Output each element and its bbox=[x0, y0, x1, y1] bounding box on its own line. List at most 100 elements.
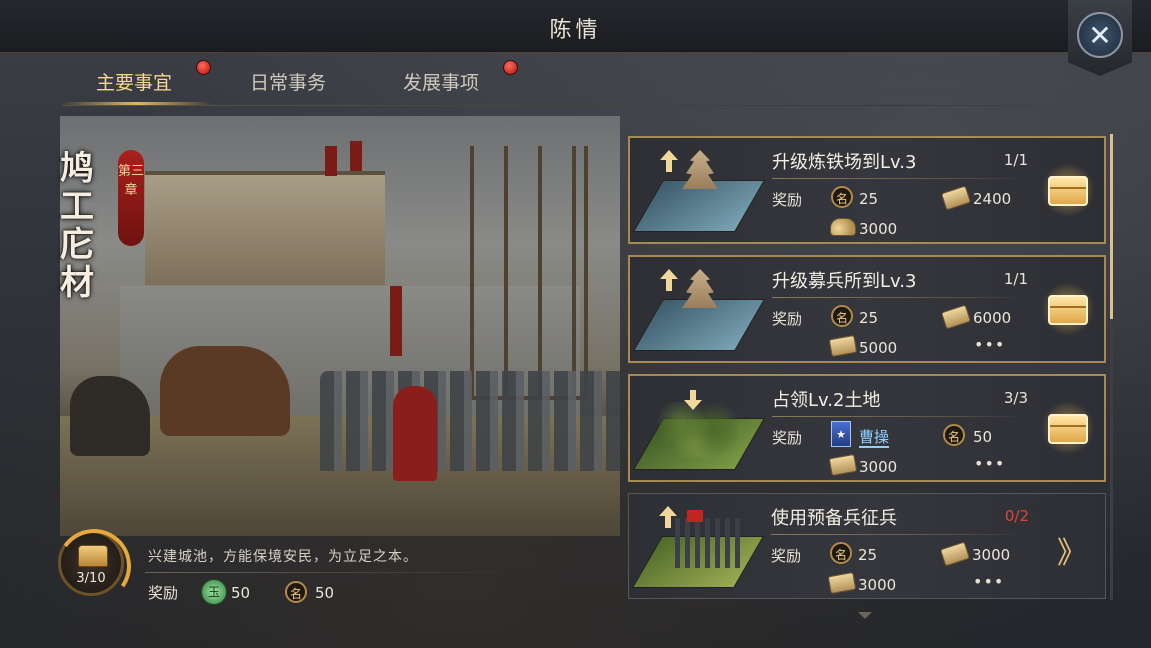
more-rewards-icon[interactable]: ••• bbox=[973, 572, 1004, 591]
task-progress: 3/3 bbox=[1003, 389, 1028, 407]
treasure-chest-icon bbox=[1048, 176, 1088, 206]
upgrade-arrow-icon bbox=[660, 150, 678, 172]
claim-reward-button[interactable] bbox=[1038, 400, 1098, 456]
treasure-chest-icon bbox=[1048, 414, 1088, 444]
barracks-building-thumbnail bbox=[632, 263, 766, 355]
task-card: 升级炼铁场到Lv.3 1/1 奖励 名 25 2400 3000 bbox=[628, 136, 1106, 244]
task-reward-label: 奖励 bbox=[772, 191, 803, 209]
task-reward-label: 奖励 bbox=[772, 429, 803, 447]
banner-flag bbox=[390, 286, 402, 356]
task-card: 占领Lv.2土地 3/3 奖励 ★ 曹操 名 50 3000 ••• bbox=[628, 374, 1106, 482]
task-progress: 1/1 bbox=[1003, 151, 1028, 169]
iron-icon bbox=[827, 571, 857, 595]
more-rewards-icon[interactable]: ••• bbox=[974, 454, 1005, 473]
soldier-ranks bbox=[320, 371, 620, 471]
task-progress: 1/1 bbox=[1003, 270, 1028, 288]
task-title: 升级募兵所到Lv.3 bbox=[772, 271, 917, 292]
red-cloaked-commander bbox=[393, 386, 437, 481]
reward-value: 3000 bbox=[858, 576, 897, 594]
land-tile-thumbnail bbox=[632, 382, 766, 474]
reward-value: 5000 bbox=[859, 339, 898, 357]
grain-icon bbox=[830, 218, 856, 236]
flag-icon bbox=[687, 510, 703, 522]
wood-icon bbox=[939, 541, 971, 567]
tab-main[interactable]: 主要事宜 bbox=[96, 68, 172, 95]
task-progress: 0/2 bbox=[1004, 507, 1029, 525]
scrollbar-thumb[interactable] bbox=[1110, 134, 1113, 319]
chapter-reward-label: 奖励 bbox=[148, 584, 179, 602]
treasure-chest-icon bbox=[78, 545, 108, 567]
tab-bar: 主要事宜 日常事务 发展事项 bbox=[62, 60, 1112, 108]
iron-icon bbox=[828, 453, 858, 477]
wooden-building bbox=[145, 171, 385, 285]
troops-icon bbox=[675, 518, 745, 568]
chapter-illustration bbox=[60, 116, 620, 536]
cavalry-horse bbox=[70, 376, 150, 456]
tab-main-alert-dot bbox=[196, 60, 211, 75]
reward-value: 25 bbox=[859, 190, 879, 208]
jade-icon: 玉 bbox=[201, 579, 227, 605]
divider bbox=[772, 416, 1027, 417]
ming-icon: 名 bbox=[830, 542, 852, 564]
banner-flag bbox=[325, 146, 337, 176]
more-rewards-icon[interactable]: ••• bbox=[974, 335, 1005, 354]
chapter-reward-value: 50 bbox=[231, 584, 251, 602]
divider bbox=[771, 534, 1026, 535]
task-title: 使用预备兵征兵 bbox=[771, 508, 897, 529]
task-reward-label: 奖励 bbox=[771, 547, 802, 565]
upgrade-arrow-icon bbox=[659, 506, 677, 528]
iron-icon bbox=[828, 334, 858, 358]
wood-icon bbox=[940, 304, 972, 330]
reward-value: 6000 bbox=[973, 309, 1012, 327]
claim-reward-button[interactable] bbox=[1038, 162, 1098, 218]
hero-card-icon: ★ bbox=[831, 421, 851, 447]
tab-daily[interactable]: 日常事务 bbox=[250, 68, 326, 95]
banner-flag bbox=[350, 141, 362, 171]
divider bbox=[145, 572, 520, 573]
claim-reward-button[interactable] bbox=[1038, 281, 1098, 337]
ming-icon: 名 bbox=[285, 581, 307, 603]
reward-value: 3000 bbox=[859, 220, 898, 238]
tab-development[interactable]: 发展事项 bbox=[403, 68, 479, 95]
hero-reward-name[interactable]: 曹操 bbox=[859, 428, 890, 448]
window-title: 陈情 bbox=[549, 18, 602, 43]
reward-value: 25 bbox=[859, 309, 879, 327]
watchtower-scaffold bbox=[470, 146, 588, 400]
ming-icon: 名 bbox=[943, 424, 965, 446]
wood-icon bbox=[940, 185, 972, 211]
scroll-down-hint-icon bbox=[858, 612, 872, 619]
crossed-swords-icon: ✕ bbox=[1077, 12, 1123, 58]
task-card: 使用预备兵征兵 0/2 奖励 名 25 3000 3000 ••• 》 bbox=[628, 493, 1106, 599]
treasure-chest-icon bbox=[1048, 295, 1088, 325]
go-to-task-button[interactable]: 》 bbox=[1057, 528, 1087, 572]
reward-value: 3000 bbox=[859, 458, 898, 476]
reward-value: 2400 bbox=[973, 190, 1012, 208]
forest-icon bbox=[658, 402, 738, 458]
tab-development-alert-dot bbox=[503, 60, 518, 75]
ming-icon: 名 bbox=[831, 305, 853, 327]
cavalry-horse bbox=[160, 346, 290, 436]
task-card: 升级募兵所到Lv.3 1/1 奖励 名 25 6000 5000 ••• bbox=[628, 255, 1106, 363]
ming-icon: 名 bbox=[831, 186, 853, 208]
task-list-scrollbar[interactable] bbox=[1110, 134, 1113, 600]
chapter-number-tag: 第三章 bbox=[118, 150, 144, 246]
chapter-reward-chest-button[interactable]: 3/10 bbox=[51, 523, 137, 609]
chapter-reward-value: 50 bbox=[315, 584, 335, 602]
task-reward-label: 奖励 bbox=[772, 310, 803, 328]
chapter-progress: 3/10 bbox=[76, 571, 106, 586]
task-title: 升级炼铁场到Lv.3 bbox=[772, 152, 917, 173]
reward-value: 3000 bbox=[972, 546, 1011, 564]
reward-value: 50 bbox=[973, 428, 993, 446]
chapter-title: 鸠工庀材 bbox=[60, 149, 94, 303]
upgrade-arrow-icon bbox=[660, 269, 678, 291]
occupy-arrow-icon bbox=[684, 390, 702, 410]
title-bar: 陈情 bbox=[0, 0, 1151, 53]
smelter-building-thumbnail bbox=[632, 144, 766, 236]
divider bbox=[772, 297, 1027, 298]
divider bbox=[772, 178, 1027, 179]
chapter-description: 兴建城池，方能保境安民，为立足之本。 bbox=[148, 549, 418, 565]
task-title: 占领Lv.2土地 bbox=[772, 390, 881, 411]
reward-value: 25 bbox=[858, 546, 878, 564]
conscription-thumbnail bbox=[631, 500, 765, 592]
tab-divider bbox=[62, 105, 1112, 106]
